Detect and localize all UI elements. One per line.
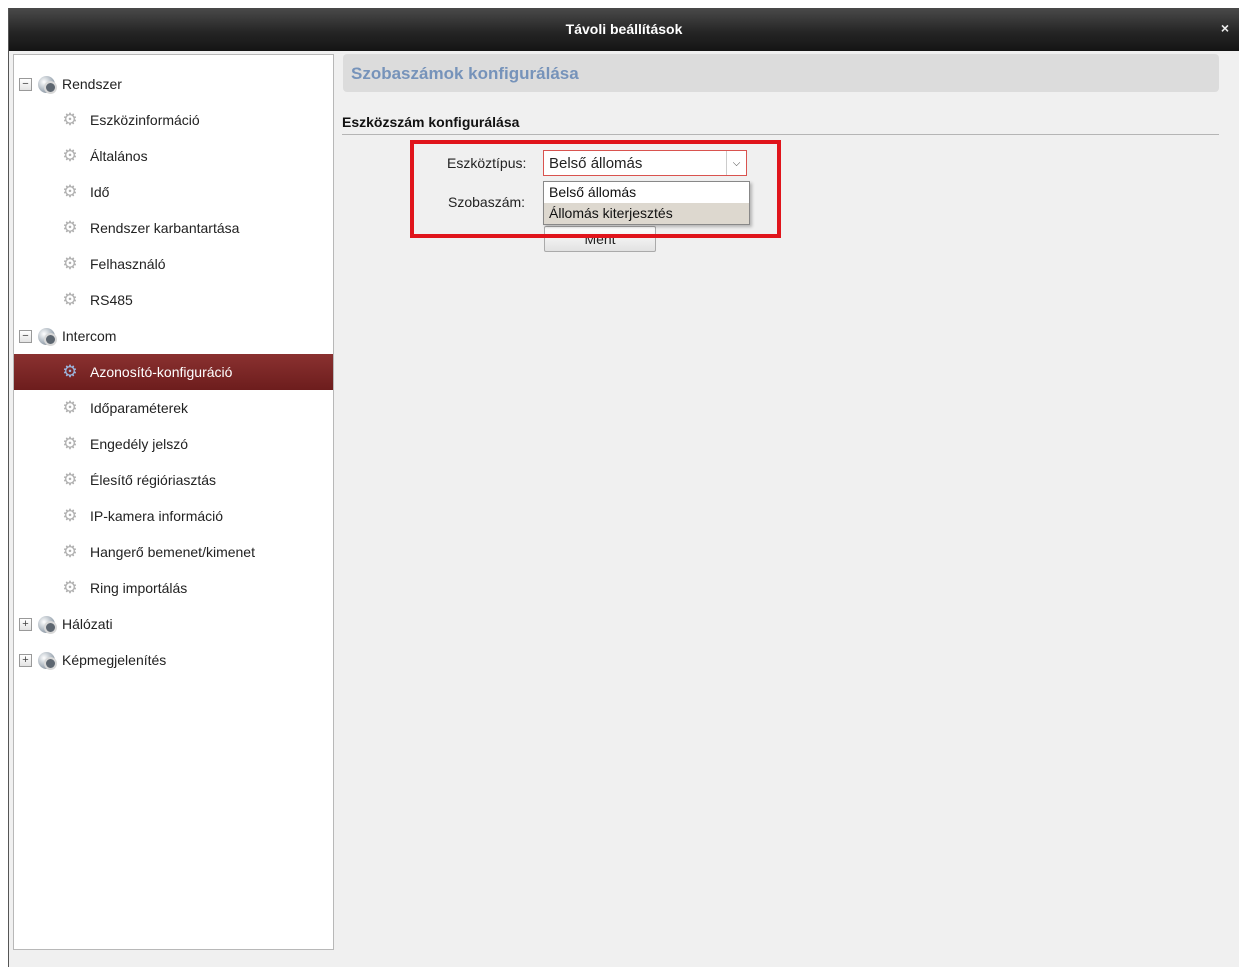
gear-icon: ⚙ <box>62 218 78 237</box>
tree-group-halozati[interactable]: + Hálózati <box>14 606 333 642</box>
tree-item-label: Engedély jelszó <box>90 436 189 452</box>
gear-icon: ⚙ <box>62 362 78 381</box>
tree-group-label: Képmegjelenítés <box>62 652 167 668</box>
dropdown-option-allomas-kiterjesztes[interactable]: Állomás kiterjesztés <box>544 203 749 224</box>
tree-item-azonosito-konfiguracio[interactable]: ⚙ Azonosító-konfiguráció <box>14 354 333 390</box>
tree-item-label: Rendszer karbantartása <box>90 220 240 236</box>
gear-icon: ⚙ <box>62 434 78 453</box>
section-title: Eszközszám konfigurálása <box>342 114 520 130</box>
gear-icon: ⚙ <box>62 470 78 489</box>
tree-item-label: Általános <box>90 148 148 164</box>
tree-item-idoparameterek[interactable]: ⚙ Időparaméterek <box>14 390 333 426</box>
globe-gear-icon <box>38 327 57 346</box>
tree-group-label: Intercom <box>62 328 117 344</box>
gear-icon: ⚙ <box>62 578 78 597</box>
tree-item-label: Ring importálás <box>90 580 188 596</box>
window-title: Távoli beállítások <box>565 21 683 37</box>
tree-item-label: Eszközinformáció <box>90 112 200 128</box>
expand-icon[interactable]: + <box>19 617 32 631</box>
page-header: Szobaszámok konfigurálása <box>343 54 1219 92</box>
tree-item-label: RS485 <box>90 292 133 308</box>
title-bar: Távoli beállítások × <box>9 8 1239 51</box>
tree-item-ido[interactable]: ⚙ Idő <box>14 174 333 210</box>
room-number-label: Szobaszám: <box>448 194 526 210</box>
gear-icon: ⚙ <box>62 290 78 309</box>
sidebar-tree: − Rendszer ⚙ Eszközinformáció ⚙ Általáno… <box>13 54 334 950</box>
tree-item-label: Élesítő régióriasztás <box>90 472 217 488</box>
tree-group-intercom[interactable]: − Intercom <box>14 318 333 354</box>
save-button[interactable]: Ment <box>544 226 656 252</box>
globe-gear-icon <box>38 651 57 670</box>
tree-item-hangero-bemenet-kimenet[interactable]: ⚙ Hangerő bemenet/kimenet <box>14 534 333 570</box>
tree-item-altalanos[interactable]: ⚙ Általános <box>14 138 333 174</box>
gear-icon: ⚙ <box>62 506 78 525</box>
gear-icon: ⚙ <box>62 182 78 201</box>
tree-group-label: Hálózati <box>62 616 113 632</box>
tree-item-label: Azonosító-konfiguráció <box>90 364 233 380</box>
device-type-dropdown-list: Belső állomás Állomás kiterjesztés <box>543 181 750 225</box>
globe-gear-icon <box>38 615 57 634</box>
device-type-label: Eszköztípus: <box>447 155 527 171</box>
gear-icon: ⚙ <box>62 398 78 417</box>
device-type-select[interactable]: Belső állomás ⌵ <box>543 150 747 176</box>
close-icon[interactable]: × <box>1221 20 1229 36</box>
tree-group-kepmegjelenites[interactable]: + Képmegjelenítés <box>14 642 333 678</box>
tree-item-felhasznalo[interactable]: ⚙ Felhasználó <box>14 246 333 282</box>
section-divider <box>342 134 1219 135</box>
tree-item-label: Időparaméterek <box>90 400 189 416</box>
tree-item-label: Idő <box>90 184 110 200</box>
tree-item-engedely-jelszo[interactable]: ⚙ Engedély jelszó <box>14 426 333 462</box>
gear-icon: ⚙ <box>62 110 78 129</box>
tree-group-label: Rendszer <box>62 76 122 92</box>
tree-item-label: Felhasználó <box>90 256 166 272</box>
tree-item-ring-importalas[interactable]: ⚙ Ring importálás <box>14 570 333 606</box>
tree-group-rendszer[interactable]: − Rendszer <box>14 66 333 102</box>
tree-item-ip-kamera-informacio[interactable]: ⚙ IP-kamera információ <box>14 498 333 534</box>
tree-item-eszkozinformacio[interactable]: ⚙ Eszközinformáció <box>14 102 333 138</box>
collapse-icon[interactable]: − <box>19 77 32 91</box>
tree-item-label: IP-kamera információ <box>90 508 224 524</box>
tree-item-elesito-regioriasztas[interactable]: ⚙ Élesítő régióriasztás <box>14 462 333 498</box>
globe-gear-icon <box>38 75 57 94</box>
dropdown-option-belso-allomas[interactable]: Belső állomás <box>544 182 749 203</box>
gear-icon: ⚙ <box>62 146 78 165</box>
page-title: Szobaszámok konfigurálása <box>351 64 579 83</box>
chevron-down-icon[interactable]: ⌵ <box>726 151 746 175</box>
tree-item-label: Hangerő bemenet/kimenet <box>90 544 255 560</box>
device-type-value: Belső állomás <box>549 154 643 172</box>
expand-icon[interactable]: + <box>19 653 32 667</box>
collapse-icon[interactable]: − <box>19 329 32 343</box>
tree-item-rendszer-karbantartasa[interactable]: ⚙ Rendszer karbantartása <box>14 210 333 246</box>
gear-icon: ⚙ <box>62 542 78 561</box>
tree-item-rs485[interactable]: ⚙ RS485 <box>14 282 333 318</box>
gear-icon: ⚙ <box>62 254 78 273</box>
